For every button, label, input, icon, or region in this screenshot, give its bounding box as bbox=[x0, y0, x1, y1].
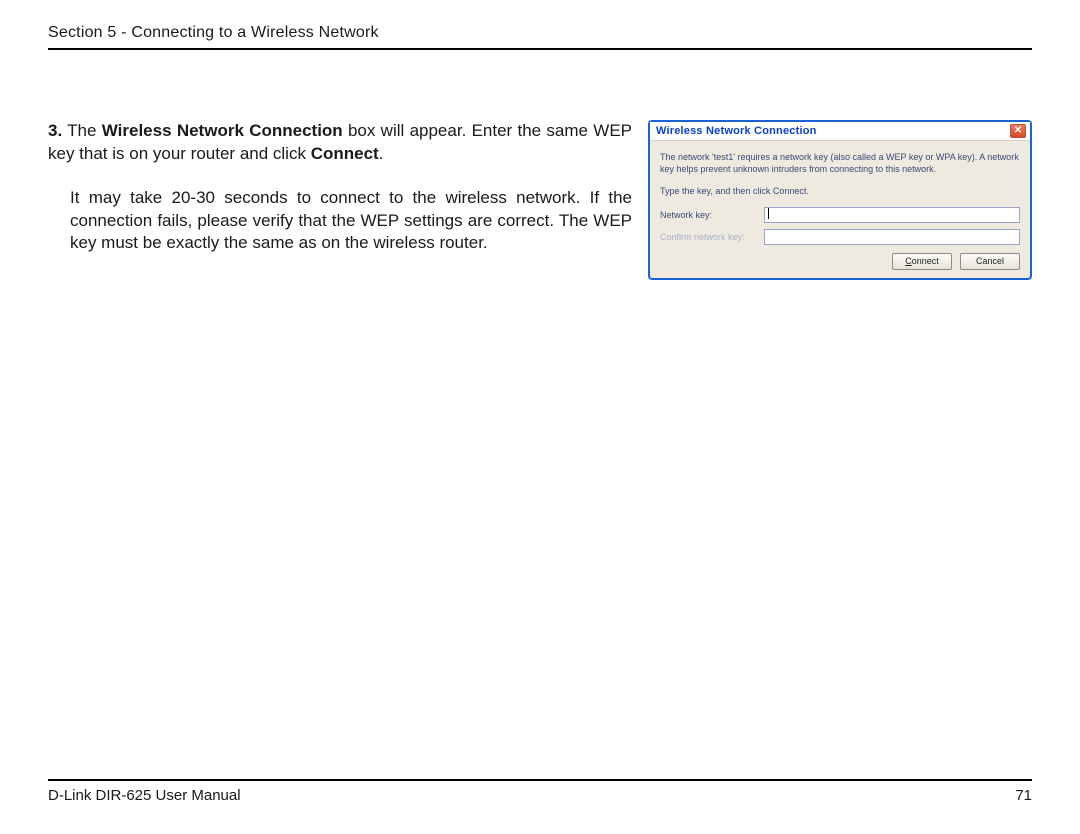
step-bold-2: Connect bbox=[311, 144, 379, 163]
dialog-titlebar: Wireless Network Connection ✕ bbox=[650, 122, 1030, 141]
instruction-text: 3. The Wireless Network Connection box w… bbox=[48, 120, 632, 280]
step-bold-1: Wireless Network Connection bbox=[102, 121, 343, 140]
network-key-label: Network key: bbox=[660, 209, 764, 221]
dialog-body: The network 'test1' requires a network k… bbox=[650, 141, 1030, 278]
step-text-pre: The bbox=[62, 121, 102, 140]
cancel-button[interactable]: Cancel bbox=[960, 253, 1020, 270]
dialog-title: Wireless Network Connection bbox=[656, 125, 817, 137]
footer-manual: D-Link DIR-625 User Manual bbox=[48, 787, 241, 804]
dialog-instruction: Type the key, and then click Connect. bbox=[660, 185, 1020, 197]
page-footer: D-Link DIR-625 User Manual 71 bbox=[48, 779, 1032, 804]
content-row: 3. The Wireless Network Connection box w… bbox=[48, 120, 1032, 280]
dialog-button-row: Connect Cancel bbox=[660, 253, 1020, 270]
step-paragraph-2: It may take 20-30 seconds to connect to … bbox=[70, 187, 632, 255]
dialog-screenshot: Wireless Network Connection ✕ The networ… bbox=[648, 120, 1032, 280]
confirm-key-row: Confirm network key: bbox=[660, 229, 1020, 245]
network-key-row: Network key: bbox=[660, 207, 1020, 223]
step-text-post: . bbox=[379, 144, 384, 163]
close-icon[interactable]: ✕ bbox=[1010, 124, 1026, 138]
footer-page: 71 bbox=[1015, 787, 1032, 804]
network-key-input[interactable] bbox=[764, 207, 1020, 223]
connect-button[interactable]: Connect bbox=[892, 253, 952, 270]
section-header: Section 5 - Connecting to a Wireless Net… bbox=[48, 24, 1032, 50]
confirm-key-label: Confirm network key: bbox=[660, 231, 764, 243]
wireless-dialog: Wireless Network Connection ✕ The networ… bbox=[648, 120, 1032, 280]
dialog-description: The network 'test1' requires a network k… bbox=[660, 151, 1020, 175]
step-number: 3. bbox=[48, 121, 62, 140]
confirm-key-input[interactable] bbox=[764, 229, 1020, 245]
